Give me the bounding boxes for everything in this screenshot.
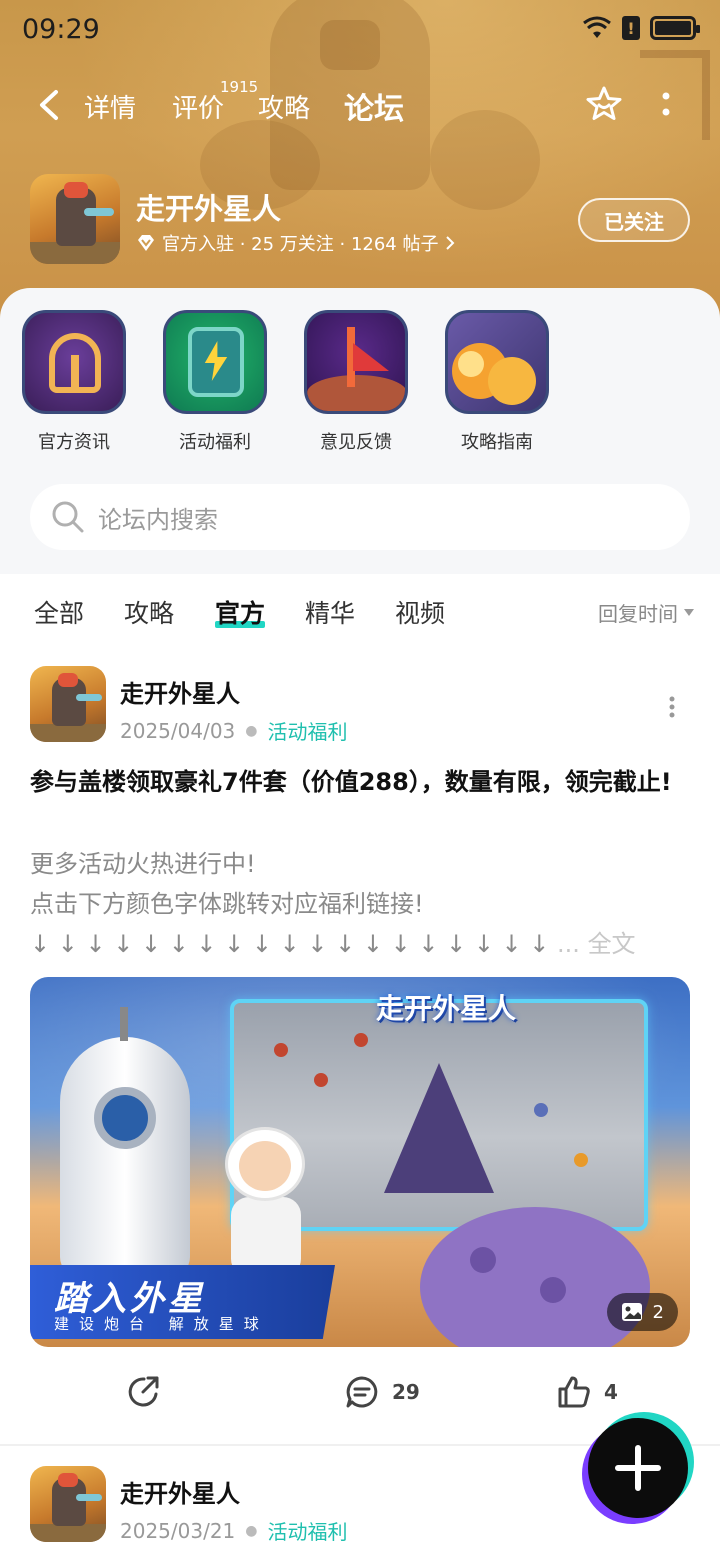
back-arrow-icon[interactable] [34, 88, 64, 122]
wifi-icon [583, 16, 611, 38]
category-events[interactable]: 活动福利 [163, 310, 267, 454]
post-title[interactable]: 参与盖楼领取豪礼7件套（价值288），数量有限，领完截止! [30, 762, 690, 802]
post-category-link[interactable]: 活动福利 [268, 1516, 348, 1545]
share-button[interactable] [126, 1374, 162, 1410]
game-info: 走开外星人 官方入驻 · 25 万关注 · 1264 帖子 已关注 [30, 174, 690, 266]
post-meta: 2025/04/03 ● 活动福利 [120, 716, 348, 745]
banner-subtitle: 建设炮台 解放星球 [54, 1315, 269, 1333]
like-button[interactable]: 4 [556, 1374, 618, 1410]
category-feedback[interactable]: 意见反馈 [304, 310, 408, 454]
avatar[interactable] [30, 1466, 106, 1542]
rocket-illustration [60, 1007, 190, 1277]
post-actions: 29 4 [0, 1368, 720, 1424]
share-icon [128, 1376, 159, 1407]
category-grid: 官方资讯 活动福利 意见反馈 攻略指南 [22, 310, 549, 454]
sort-dropdown[interactable]: 回复时间 [598, 598, 694, 627]
plus-icon [615, 1445, 661, 1491]
avatar[interactable] [30, 666, 106, 742]
search-placeholder: 论坛内搜索 [98, 505, 218, 534]
post-meta: 2025/03/21 ● 活动福利 [120, 1516, 348, 1545]
post-body-line: 更多活动火热进行中! [30, 850, 256, 878]
post-image[interactable]: 走开外星人 踏入外星 建设炮台 解放星球 2 [30, 977, 690, 1347]
post-category-link[interactable]: 活动福利 [268, 716, 348, 745]
category-label: 意见反馈 [320, 432, 392, 453]
post-body-line: 点击下方颜色字体跳转对应福利链接! [30, 890, 424, 918]
post-body-line: ↓ ↓ ↓ ↓ ↓ ↓ ↓ ↓ ↓ ↓ ↓ ↓ ↓ ↓ ↓ ↓ ↓ ↓ ↓ [30, 930, 550, 958]
comment-count: 29 [392, 1380, 420, 1404]
status-time: 09:29 [22, 14, 100, 45]
image-count-badge: 2 [606, 1293, 678, 1331]
post-author[interactable]: 走开外星人 [120, 674, 240, 709]
post-date: 2025/04/03 [120, 718, 236, 743]
more-menu-icon[interactable] [660, 90, 672, 120]
image-banner: 踏入外星 建设炮台 解放星球 [30, 1265, 335, 1339]
search-icon [52, 501, 84, 533]
top-nav: 详情 评价 1915 攻略 论坛 [0, 78, 720, 134]
game-meta-text: 官方入驻 · 25 万关注 · 1264 帖子 [162, 234, 439, 255]
energy-box-icon [163, 310, 267, 414]
diamond-verified-icon [138, 235, 154, 251]
forum-search-bar[interactable]: 论坛内搜索 [30, 484, 690, 550]
feed-tab-official-label: 官方 [215, 599, 266, 628]
category-official-news[interactable]: 官方资讯 [22, 310, 126, 454]
comment-button[interactable]: 29 [344, 1374, 420, 1410]
status-bar: 09:29 ! [0, 0, 720, 60]
follow-button[interactable]: 已关注 [578, 198, 690, 242]
tab-detail[interactable]: 详情 [84, 88, 136, 125]
feed-tab-featured[interactable]: 精华 [305, 594, 355, 630]
forum-panel: 官方资讯 活动福利 意见反馈 攻略指南 论坛内搜索 [0, 288, 720, 574]
game-title: 走开外星人 [136, 192, 282, 226]
feed-tab-guide[interactable]: 攻略 [124, 594, 174, 630]
post-author[interactable]: 走开外星人 [120, 1474, 240, 1509]
game-meta[interactable]: 官方入驻 · 25 万关注 · 1264 帖子 [136, 230, 455, 256]
post-more-icon[interactable] [668, 696, 676, 718]
game-logo-text: 走开外星人 [376, 992, 517, 1025]
image-count: 2 [652, 1301, 664, 1323]
astronaut-illustration [215, 1127, 315, 1277]
comment-icon [346, 1376, 378, 1408]
post-date: 2025/03/21 [120, 1518, 236, 1543]
caret-down-icon [684, 609, 694, 616]
category-label: 攻略指南 [461, 432, 533, 453]
post-body[interactable]: 更多活动火热进行中! 点击下方颜色字体跳转对应福利链接! ↓ ↓ ↓ ↓ ↓ ↓… [30, 844, 690, 964]
feed-tab-official[interactable]: 官方 [215, 594, 266, 630]
favorite-star-icon[interactable] [584, 84, 624, 124]
thumbs-up-icon [558, 1376, 590, 1408]
category-guides[interactable]: 攻略指南 [445, 310, 549, 454]
post-header: 走开外星人 2025/04/03 ● 活动福利 [30, 666, 690, 746]
category-label: 官方资讯 [38, 432, 110, 453]
image-icon [621, 1303, 642, 1321]
helmet-icon [22, 310, 126, 414]
game-icon[interactable] [30, 174, 120, 264]
battery-icon [650, 16, 700, 40]
flag-icon [304, 310, 408, 414]
tab-review[interactable]: 评价 [172, 88, 224, 125]
sort-label: 回复时间 [598, 602, 678, 626]
read-more-link[interactable]: ... 全文 [557, 930, 636, 958]
feed-tab-video[interactable]: 视频 [395, 594, 445, 630]
tab-forum-label: 论坛 [344, 92, 404, 127]
category-label: 活动福利 [179, 432, 251, 453]
post-body-arrows-row: ↓ ↓ ↓ ↓ ↓ ↓ ↓ ↓ ↓ ↓ ↓ ↓ ↓ ↓ ↓ ↓ ↓ ↓ ↓ ..… [30, 924, 690, 964]
alert-icon: ! [622, 16, 640, 40]
tab-guide[interactable]: 攻略 [258, 88, 310, 125]
review-count-badge: 1915 [220, 78, 259, 96]
feed-tab-all[interactable]: 全部 [34, 594, 84, 630]
feed-tabs: 全部 攻略 官方 精华 视频 回复时间 [0, 574, 720, 650]
new-post-button[interactable] [588, 1418, 688, 1518]
chevron-right-icon [445, 236, 454, 250]
guide-icon [445, 310, 549, 414]
tab-forum[interactable]: 论坛 [344, 84, 404, 128]
like-count: 4 [604, 1380, 618, 1404]
